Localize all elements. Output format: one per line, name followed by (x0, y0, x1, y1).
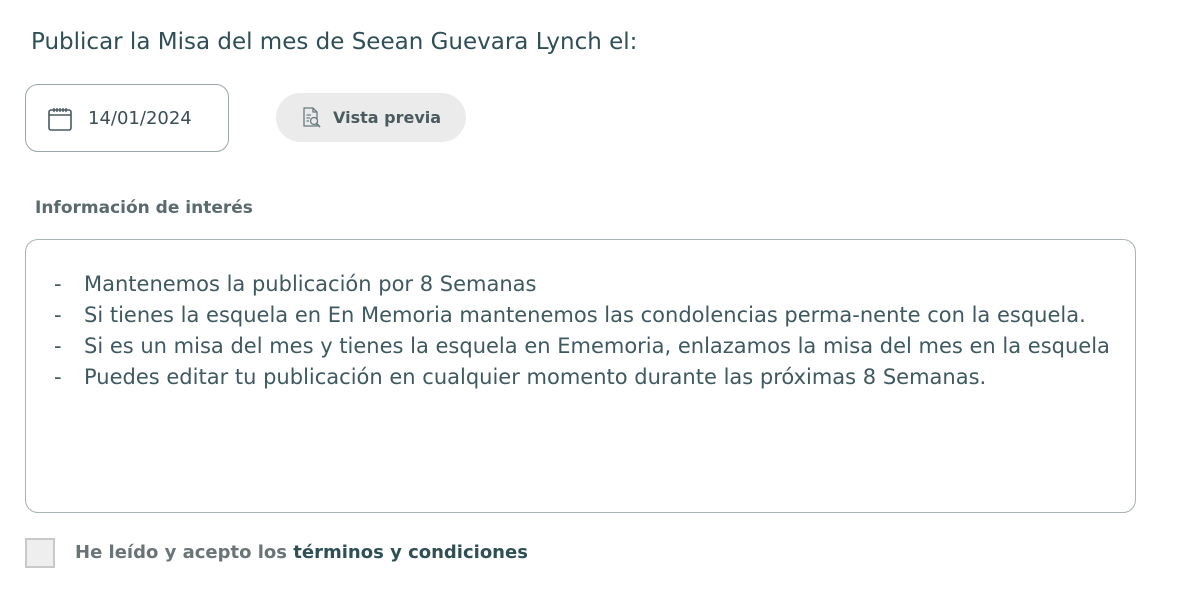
document-search-icon (303, 107, 321, 128)
info-item: - Mantenemos la publicación por 8 Semanas (54, 269, 1114, 300)
preview-button-label: Vista previa (333, 108, 442, 127)
info-list: - Mantenemos la publicación por 8 Semanas… (54, 269, 1114, 393)
info-box: - Mantenemos la publicación por 8 Semanas… (25, 239, 1136, 513)
terms-link[interactable]: términos y condiciones (293, 542, 528, 563)
terms-label: He leído y acepto los términos y condici… (75, 542, 528, 563)
dash-bullet: - (54, 303, 62, 327)
calendar-icon (48, 108, 72, 131)
preview-button[interactable]: Vista previa (276, 93, 466, 142)
info-item: - Si tienes la esquela en En Memoria mant… (54, 300, 1114, 331)
page-title: Publicar la Misa del mes de Seean Guevar… (31, 29, 638, 55)
dash-bullet: - (54, 334, 62, 358)
info-item: - Si es un misa del mes y tienes la esque… (54, 331, 1114, 362)
info-section-title: Información de interés (35, 198, 253, 218)
dash-bullet: - (54, 272, 62, 296)
date-input[interactable]: 14/01/2024 (25, 84, 229, 152)
terms-checkbox[interactable] (25, 538, 55, 568)
info-item: - Puedes editar tu publicación en cualqui… (54, 362, 1114, 393)
dash-bullet: - (54, 365, 62, 389)
date-value: 14/01/2024 (88, 108, 192, 129)
